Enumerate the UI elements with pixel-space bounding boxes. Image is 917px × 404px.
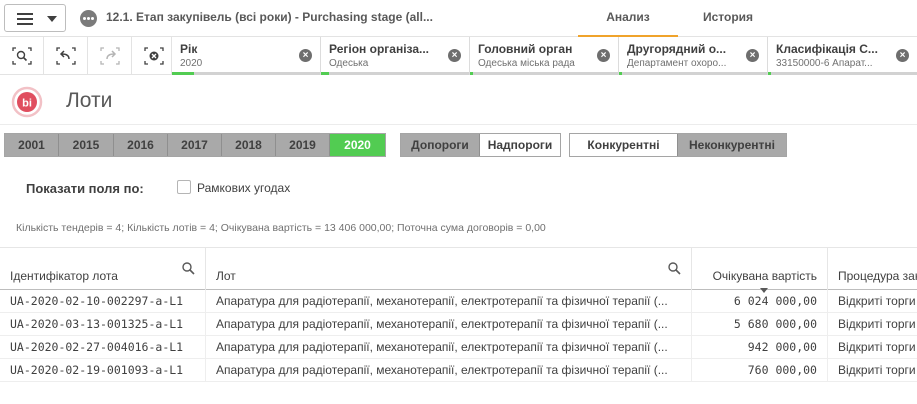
competitive-button[interactable]: Конкурентні xyxy=(570,134,678,156)
below-threshold-button[interactable]: Допороги xyxy=(401,134,480,156)
expected-value-cell: 942 000,00 xyxy=(692,336,828,359)
year-button-2016[interactable]: 2016 xyxy=(114,134,168,156)
tab-history[interactable]: История xyxy=(678,0,778,37)
expected-value-cell: 5 680 000,00 xyxy=(692,313,828,336)
selection-state-bar-rest xyxy=(622,72,767,75)
lot-cell[interactable]: Апаратура для радіотерапії, механотерапі… xyxy=(206,336,692,359)
table-row[interactable]: UA-2020-02-27-004016-a-L1 Апаратура для … xyxy=(0,336,917,359)
column-header-procedure[interactable]: Процедура заку xyxy=(828,248,917,290)
close-icon[interactable]: × xyxy=(299,49,312,62)
non-competitive-button[interactable]: Неконкурентні xyxy=(678,134,786,156)
year-button-2019[interactable]: 2019 xyxy=(276,134,330,156)
close-icon[interactable]: × xyxy=(746,49,759,62)
lot-cell[interactable]: Апаратура для радіотерапії, механотерапі… xyxy=(206,290,692,313)
selection-title: Регіон організа... xyxy=(329,42,430,56)
close-icon[interactable]: × xyxy=(597,49,610,62)
column-header-label: Ідентифікатор лота xyxy=(10,269,118,283)
lot-id-cell[interactable]: UA-2020-02-19-001093-a-L1 xyxy=(0,359,206,382)
selection-chip-region[interactable]: Регіон організа... Одеська × xyxy=(321,37,470,75)
selection-title: Головний орган xyxy=(478,42,573,56)
competition-filter: Конкурентні Неконкурентні xyxy=(569,133,787,157)
year-button-2017[interactable]: 2017 xyxy=(168,134,222,156)
step-back-button[interactable] xyxy=(44,37,88,75)
more-options-icon[interactable] xyxy=(80,10,97,27)
table-row[interactable]: UA-2020-02-10-002297-a-L1 Апаратура для … xyxy=(0,290,917,313)
selection-value: 2020 xyxy=(180,58,203,69)
logo-text: bi xyxy=(22,98,32,110)
hamburger-icon xyxy=(17,13,33,25)
chevron-down-icon xyxy=(47,16,57,22)
column-header-lot-id[interactable]: Ідентифікатор лота xyxy=(0,248,206,290)
selection-state-bar xyxy=(172,72,194,75)
selection-state-bar-rest xyxy=(473,72,618,75)
summary-text: Кількість тендерів = 4; Кількість лотів … xyxy=(16,222,546,234)
selection-value: 33150000-6 Апарат... xyxy=(776,58,873,69)
selections-bar: Рік 2020 × Регіон організа... Одеська × … xyxy=(0,37,917,75)
year-button-2001[interactable]: 2001 xyxy=(5,134,59,156)
clear-selections-button[interactable] xyxy=(132,37,172,75)
table-row[interactable]: UA-2020-02-19-001093-a-L1 Апаратура для … xyxy=(0,359,917,382)
bi-logo: bi xyxy=(11,86,43,118)
divider xyxy=(0,124,917,125)
selection-value: Одеська xyxy=(329,58,369,69)
selection-title: Другорядний о... xyxy=(627,42,727,56)
framework-agreements-label[interactable]: Рамкових угодах xyxy=(197,181,290,195)
navigation-menu-button[interactable] xyxy=(4,4,66,32)
expected-value-cell: 760 000,00 xyxy=(692,359,828,382)
year-button-2015[interactable]: 2015 xyxy=(59,134,114,156)
selection-state-bar-rest xyxy=(771,72,917,75)
show-fields-label: Показати поля по: xyxy=(26,181,144,196)
lot-id-cell[interactable]: UA-2020-02-27-004016-a-L1 xyxy=(0,336,206,359)
close-icon[interactable]: × xyxy=(448,49,461,62)
column-header-lot[interactable]: Лот xyxy=(206,248,692,290)
selection-state-bar-rest xyxy=(329,72,469,75)
page-title: Лоти xyxy=(66,89,113,112)
selection-title: Рік xyxy=(180,42,198,56)
selection-state-bar xyxy=(321,72,329,75)
column-header-label: Процедура заку xyxy=(838,269,917,283)
search-icon[interactable] xyxy=(668,262,681,275)
procedure-cell[interactable]: Відкриті торги xyxy=(828,290,917,313)
table-header: Ідентифікатор лота Лот Очікувана вартіст… xyxy=(0,247,917,293)
selection-chip-classification[interactable]: Класифікація С... 33150000-6 Апарат... × xyxy=(768,37,917,75)
selection-value: Департамент охоро... xyxy=(627,58,727,69)
selection-title: Класифікація С... xyxy=(776,42,878,56)
column-header-label: Лот xyxy=(216,269,236,283)
selection-chip-secondary-body[interactable]: Другорядний о... Департамент охоро... × xyxy=(619,37,768,75)
step-back-icon xyxy=(56,47,76,65)
lot-id-cell[interactable]: UA-2020-03-13-001325-a-L1 xyxy=(0,313,206,336)
selection-chip-main-body[interactable]: Головний орган Одеська міська рада × xyxy=(470,37,619,75)
tab-analysis[interactable]: Анализ xyxy=(578,0,678,37)
smart-search-button[interactable] xyxy=(0,37,44,75)
app-title: 12.1. Етап закупівель (всі роки) - Purch… xyxy=(106,10,433,24)
procedure-cell[interactable]: Відкриті торги xyxy=(828,359,917,382)
year-button-2018[interactable]: 2018 xyxy=(222,134,276,156)
lot-cell[interactable]: Апаратура для радіотерапії, механотерапі… xyxy=(206,359,692,382)
selection-value: Одеська міська рада xyxy=(478,58,575,69)
table-row[interactable]: UA-2020-03-13-001325-a-L1 Апаратура для … xyxy=(0,313,917,336)
year-button-2020[interactable]: 2020 xyxy=(330,134,385,156)
selection-chip-year[interactable]: Рік 2020 × xyxy=(172,37,321,75)
column-header-label: Очікувана вартість xyxy=(712,269,817,283)
procedure-cell[interactable]: Відкриті торги xyxy=(828,336,917,359)
framework-agreements-checkbox[interactable] xyxy=(177,180,191,194)
top-toolbar: 12.1. Етап закупівель (всі роки) - Purch… xyxy=(0,0,917,37)
lot-cell[interactable]: Апаратура для радіотерапії, механотерапі… xyxy=(206,313,692,336)
column-header-expected-value[interactable]: Очікувана вартість xyxy=(692,248,828,290)
search-icon[interactable] xyxy=(182,262,195,275)
step-forward-button[interactable] xyxy=(88,37,132,75)
selection-state-bar-rest xyxy=(194,72,320,75)
lot-id-cell[interactable]: UA-2020-02-10-002297-a-L1 xyxy=(0,290,206,313)
smart-search-icon xyxy=(12,47,32,65)
year-filter: 2001 2015 2016 2017 2018 2019 2020 xyxy=(4,133,386,157)
step-forward-icon xyxy=(100,47,120,65)
threshold-filter: Допороги Надпороги xyxy=(400,133,561,157)
clear-selections-icon xyxy=(144,47,164,65)
close-icon[interactable]: × xyxy=(896,49,909,62)
above-threshold-button[interactable]: Надпороги xyxy=(480,134,560,156)
expected-value-cell: 6 024 000,00 xyxy=(692,290,828,313)
procedure-cell[interactable]: Відкриті торги xyxy=(828,313,917,336)
